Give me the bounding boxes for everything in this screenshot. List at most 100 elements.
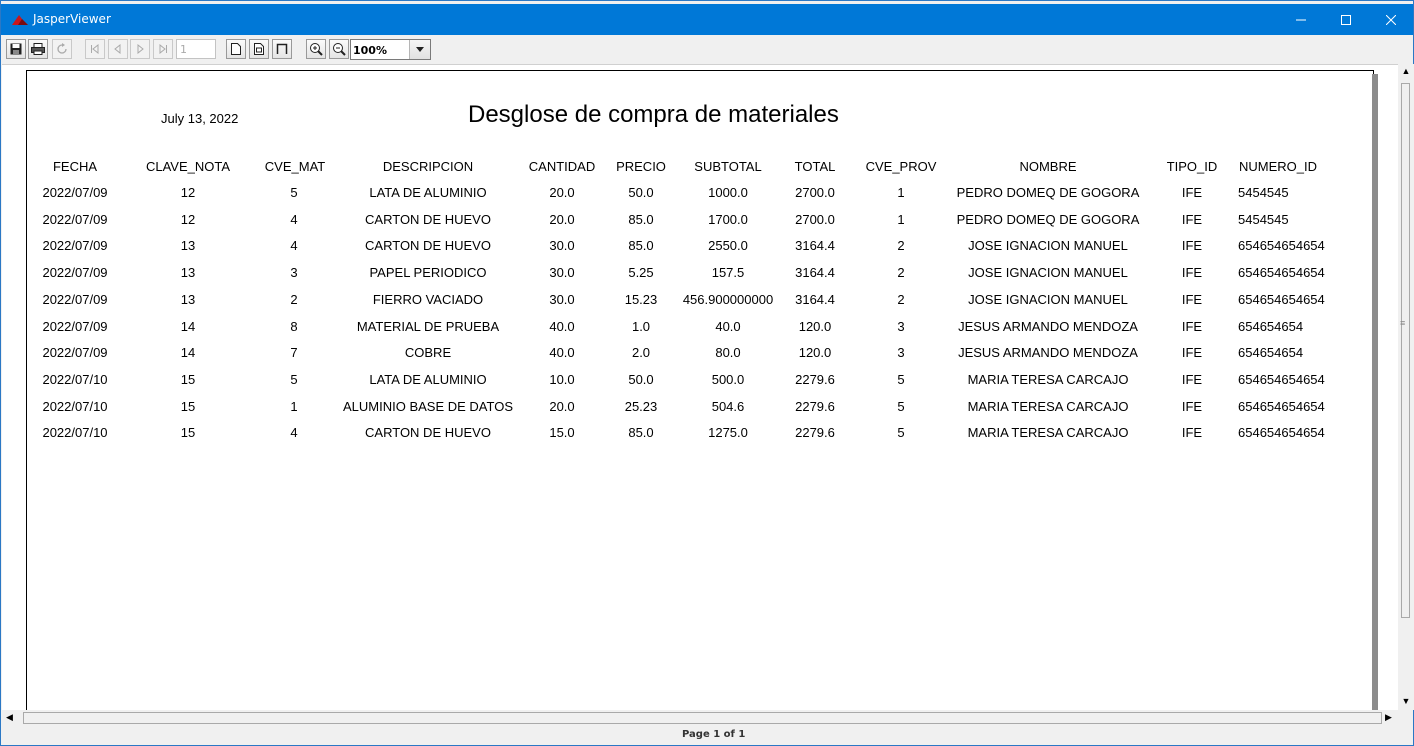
page-status: Page 1 of 1 bbox=[682, 729, 746, 740]
table-cell-precio: 2.0 bbox=[631, 345, 651, 360]
close-button[interactable] bbox=[1368, 4, 1414, 35]
first-page-icon bbox=[91, 44, 99, 54]
table-cell-nombre: JOSE IGNACION MANUEL bbox=[968, 292, 1128, 307]
table-cell-clave-nota: 13 bbox=[180, 265, 196, 280]
reload-button[interactable] bbox=[52, 39, 72, 59]
table-cell-nombre: JESUS ARMANDO MENDOZA bbox=[958, 319, 1138, 334]
table-cell-tipo-id: IFE bbox=[1181, 185, 1203, 200]
table-cell-nombre: MARIA TERESA CARCAJO bbox=[967, 372, 1129, 387]
table-cell-cve-prov: 5 bbox=[897, 372, 905, 387]
table-cell-total: 120.0 bbox=[798, 345, 832, 360]
scroll-up-button[interactable]: ▲ bbox=[1398, 66, 1414, 80]
table-cell-total: 2700.0 bbox=[795, 185, 835, 200]
column-header-tipo-id: TIPO_ID bbox=[1166, 159, 1218, 174]
table-cell-subtotal: 1000.0 bbox=[708, 185, 748, 200]
table-cell-fecha: 2022/07/09 bbox=[42, 265, 108, 280]
table-cell-clave-nota: 15 bbox=[180, 372, 196, 387]
table-cell-cve-mat: 5 bbox=[290, 372, 298, 387]
save-button[interactable] bbox=[6, 39, 26, 59]
table-cell-subtotal: 1275.0 bbox=[708, 425, 748, 440]
maximize-icon bbox=[1341, 14, 1351, 25]
table-cell-numero-id: 654654654 bbox=[1238, 319, 1304, 334]
fit-width-icon bbox=[276, 43, 288, 54]
jasper-viewer-window: JasperViewer 1 100% July 13, 2022 Desglo… bbox=[0, 0, 1414, 746]
table-cell-fecha: 2022/07/09 bbox=[42, 292, 108, 307]
page-shadow bbox=[1372, 74, 1378, 710]
table-cell-numero-id: 654654654654 bbox=[1238, 399, 1325, 414]
scroll-down-button[interactable]: ▼ bbox=[1398, 696, 1414, 710]
jasper-logo-icon bbox=[12, 15, 28, 25]
actual-size-icon bbox=[231, 43, 241, 55]
chevron-down-icon bbox=[416, 47, 424, 52]
page-number-input[interactable]: 1 bbox=[176, 39, 216, 59]
fit-width-button[interactable] bbox=[272, 39, 292, 59]
column-header-nombre: NOMBRE bbox=[1019, 159, 1077, 174]
table-cell-cve-prov: 1 bbox=[897, 212, 905, 227]
table-cell-cantidad: 40.0 bbox=[549, 345, 575, 360]
zoom-dropdown-button[interactable] bbox=[409, 40, 430, 59]
table-cell-fecha: 2022/07/10 bbox=[42, 372, 108, 387]
table-cell-total: 120.0 bbox=[798, 319, 832, 334]
zoom-in-button[interactable] bbox=[306, 39, 326, 59]
table-cell-tipo-id: IFE bbox=[1181, 292, 1203, 307]
print-icon bbox=[31, 43, 45, 55]
table-cell-fecha: 2022/07/10 bbox=[42, 425, 108, 440]
minimize-icon bbox=[1296, 19, 1306, 20]
table-cell-total: 2279.6 bbox=[795, 425, 835, 440]
table-cell-tipo-id: IFE bbox=[1181, 372, 1203, 387]
table-cell-cantidad: 15.0 bbox=[549, 425, 575, 440]
zoom-out-button[interactable] bbox=[329, 39, 349, 59]
table-cell-cantidad: 30.0 bbox=[549, 292, 575, 307]
table-cell-precio: 15.23 bbox=[624, 292, 658, 307]
table-cell-numero-id: 654654654654 bbox=[1238, 372, 1325, 387]
table-cell-clave-nota: 14 bbox=[180, 319, 196, 334]
column-header-fecha: FECHA bbox=[52, 159, 98, 174]
next-page-button[interactable] bbox=[130, 39, 150, 59]
table-cell-cve-prov: 2 bbox=[897, 238, 905, 253]
table-cell-descripcion: LATA DE ALUMINIO bbox=[369, 185, 487, 200]
table-cell-cve-mat: 3 bbox=[290, 265, 298, 280]
table-cell-total: 2279.6 bbox=[795, 399, 835, 414]
table-cell-numero-id: 654654654654 bbox=[1238, 425, 1325, 440]
table-cell-fecha: 2022/07/09 bbox=[42, 185, 108, 200]
zoom-select[interactable]: 100% bbox=[350, 39, 431, 60]
table-cell-subtotal: 504.6 bbox=[711, 399, 745, 414]
table-cell-descripcion: CARTON DE HUEVO bbox=[365, 238, 491, 253]
print-button[interactable] bbox=[28, 39, 48, 59]
table-cell-clave-nota: 12 bbox=[180, 212, 196, 227]
table-cell-tipo-id: IFE bbox=[1181, 319, 1203, 334]
scroll-left-button[interactable]: ◀ bbox=[6, 712, 13, 723]
table-cell-precio: 50.0 bbox=[628, 372, 654, 387]
last-page-button[interactable] bbox=[153, 39, 173, 59]
table-cell-total: 3164.4 bbox=[795, 292, 835, 307]
table-cell-cve-mat: 4 bbox=[290, 238, 298, 253]
previous-page-button[interactable] bbox=[108, 39, 128, 59]
minimize-button[interactable] bbox=[1278, 4, 1324, 35]
table-cell-clave-nota: 13 bbox=[180, 292, 196, 307]
horizontal-scrollbar[interactable]: ◀ ▶ bbox=[2, 710, 1398, 726]
status-bar: Page 1 of 1 bbox=[2, 726, 1413, 745]
table-cell-cve-mat: 4 bbox=[290, 425, 298, 440]
first-page-button[interactable] bbox=[85, 39, 105, 59]
zoom-in-icon bbox=[310, 43, 323, 56]
table-cell-cve-prov: 1 bbox=[897, 185, 905, 200]
column-header-descripcion: DESCRIPCION bbox=[382, 159, 474, 174]
reload-icon bbox=[57, 43, 67, 54]
table-cell-cantidad: 10.0 bbox=[549, 372, 575, 387]
title-bar: JasperViewer bbox=[1, 4, 1413, 35]
table-cell-cantidad: 40.0 bbox=[549, 319, 575, 334]
table-cell-nombre: PEDRO DOMEQ DE GOGORA bbox=[956, 185, 1140, 200]
table-cell-precio: 85.0 bbox=[628, 212, 654, 227]
horizontal-scroll-thumb[interactable] bbox=[23, 712, 1382, 724]
vertical-scrollbar[interactable]: ▲ ≡ ▼ bbox=[1398, 64, 1414, 710]
table-cell-numero-id: 654654654654 bbox=[1238, 292, 1325, 307]
table-cell-cve-mat: 5 bbox=[290, 185, 298, 200]
save-icon bbox=[10, 43, 22, 55]
table-cell-nombre: MARIA TERESA CARCAJO bbox=[967, 425, 1129, 440]
actual-size-button[interactable] bbox=[226, 39, 246, 59]
fit-page-button[interactable] bbox=[249, 39, 269, 59]
scroll-right-button[interactable]: ▶ bbox=[1385, 712, 1392, 723]
maximize-button[interactable] bbox=[1323, 4, 1369, 35]
table-cell-subtotal: 500.0 bbox=[711, 372, 745, 387]
vertical-scroll-thumb[interactable] bbox=[1401, 83, 1410, 618]
